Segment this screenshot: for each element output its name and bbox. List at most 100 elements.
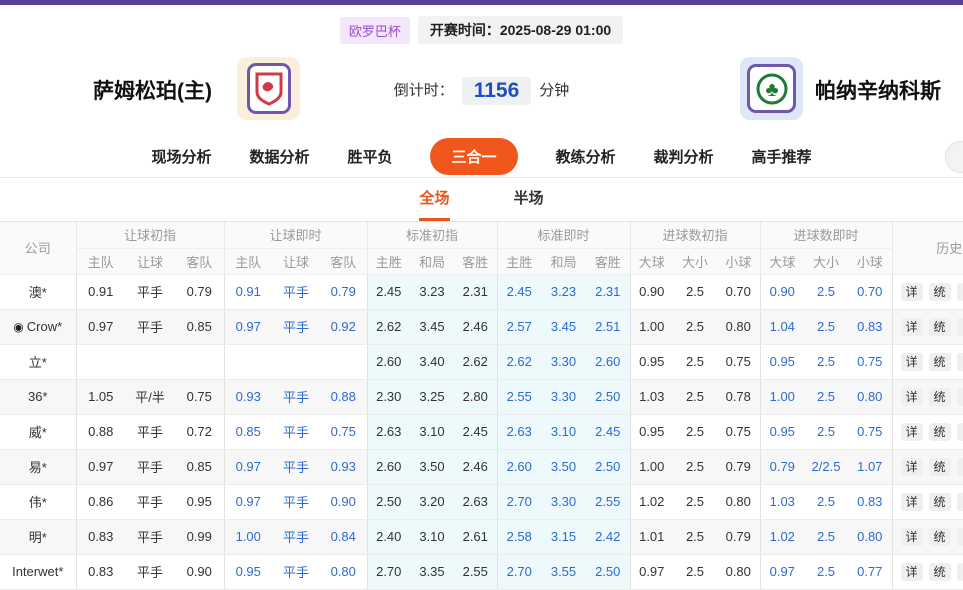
odds-cell: 2.80 [454, 379, 497, 414]
odds-cell: 2.31 [454, 274, 497, 309]
action-button-0[interactable]: 详 [901, 388, 923, 406]
away-team-name: 帕纳辛纳科斯 [815, 75, 941, 105]
action-button-clipped[interactable] [957, 458, 963, 476]
action-button-clipped[interactable] [957, 318, 963, 336]
action-button-0[interactable]: 详 [901, 528, 923, 546]
action-button-clipped[interactable] [957, 563, 963, 581]
history-cell: 详统 [892, 519, 963, 554]
odds-cell: 平手 [125, 274, 175, 309]
odds-cell: 0.99 [175, 519, 224, 554]
odds-cell: 1.02 [760, 519, 804, 554]
odds-cell [320, 344, 367, 379]
odds-cell: 2.62 [367, 309, 410, 344]
odds-cell: 平手 [272, 484, 320, 519]
action-button-1[interactable]: 统 [929, 493, 951, 511]
table-row: 威*0.88平手0.720.85平手0.752.633.102.452.633.… [0, 414, 963, 449]
odds-cell: 0.92 [320, 309, 367, 344]
odds-cell: 0.85 [175, 449, 224, 484]
action-button-1[interactable]: 统 [929, 353, 951, 371]
odds-cell: 2.62 [454, 344, 497, 379]
action-button-1[interactable]: 统 [929, 283, 951, 301]
sub-tab-1[interactable]: 半场 [514, 187, 544, 221]
odds-cell: 0.95 [175, 484, 224, 519]
action-button-1[interactable]: 统 [929, 528, 951, 546]
odds-cell [175, 344, 224, 379]
action-button-clipped[interactable] [957, 528, 963, 546]
action-button-1[interactable]: 统 [929, 388, 951, 406]
action-button-1[interactable]: 统 [929, 458, 951, 476]
odds-cell: 2.5 [804, 554, 848, 589]
sub-tabs: 全场 半场 [0, 178, 963, 222]
company-cell: ◉Crow* [0, 309, 76, 344]
odds-cell: 0.79 [717, 449, 760, 484]
action-button-0[interactable]: 详 [901, 353, 923, 371]
odds-cell: 2/2.5 [804, 449, 848, 484]
action-button-1[interactable]: 统 [929, 423, 951, 441]
odds-cell: 2.42 [586, 519, 630, 554]
action-button-0[interactable]: 详 [901, 423, 923, 441]
odds-cell: 1.00 [224, 519, 272, 554]
table-row: 伟*0.86平手0.950.97平手0.902.503.202.632.703.… [0, 484, 963, 519]
company-cell: 威* [0, 414, 76, 449]
action-button-1[interactable]: 统 [929, 318, 951, 336]
action-button-0[interactable]: 详 [901, 458, 923, 476]
sub-col-header-5-1: 大小 [804, 248, 848, 274]
odds-cell: 0.88 [320, 379, 367, 414]
action-button-0[interactable]: 详 [901, 283, 923, 301]
away-crest-icon: ♣ [754, 71, 790, 107]
odds-cell: 3.40 [410, 344, 454, 379]
odds-cell: 0.79 [320, 274, 367, 309]
sub-col-header-4-1: 大小 [673, 248, 717, 274]
odds-cell: 2.62 [497, 344, 541, 379]
action-button-0[interactable]: 详 [901, 493, 923, 511]
league-badge[interactable]: 欧罗巴杯 [340, 17, 410, 44]
history-cell: 详统 [892, 484, 963, 519]
odds-cell: 3.23 [541, 274, 586, 309]
odds-cell: 3.55 [541, 554, 586, 589]
odds-cell [272, 344, 320, 379]
odds-cell: 1.07 [848, 449, 892, 484]
odds-cell: 2.5 [804, 309, 848, 344]
sub-tab-0[interactable]: 全场 [419, 187, 449, 221]
odds-cell: 0.80 [717, 484, 760, 519]
odds-cell: 0.75 [717, 414, 760, 449]
odds-cell: 0.93 [224, 379, 272, 414]
floating-widget[interactable] [945, 141, 963, 173]
action-button-1[interactable]: 统 [929, 563, 951, 581]
action-button-0[interactable]: 详 [901, 563, 923, 581]
odds-cell: 0.83 [76, 554, 125, 589]
odds-cell: 0.97 [224, 449, 272, 484]
odds-cell: 0.91 [224, 274, 272, 309]
action-button-0[interactable]: 详 [901, 318, 923, 336]
odds-cell: 平手 [272, 519, 320, 554]
nav-tab-6[interactable]: 高手推荐 [752, 146, 812, 167]
odds-cell: 2.5 [673, 449, 717, 484]
nav-tab-3[interactable]: 三合一 [430, 138, 517, 175]
odds-cell: 0.80 [717, 554, 760, 589]
odds-cell: 0.97 [630, 554, 673, 589]
sub-col-header-2-1: 和局 [410, 248, 454, 274]
action-button-clipped[interactable] [957, 283, 963, 301]
nav-tab-0[interactable]: 现场分析 [151, 146, 211, 167]
action-button-clipped[interactable] [957, 423, 963, 441]
odds-cell: 2.5 [804, 484, 848, 519]
action-button-clipped[interactable] [957, 353, 963, 371]
odds-cell: 2.50 [586, 379, 630, 414]
odds-cell: 平手 [272, 554, 320, 589]
odds-cell: 2.50 [586, 449, 630, 484]
table-row: 36*1.05平/半0.750.93平手0.882.303.252.802.55… [0, 379, 963, 414]
odds-cell: 2.70 [367, 554, 410, 589]
kickoff-time: 开赛时间：2025-08-29 01:00 [418, 16, 623, 44]
nav-tab-1[interactable]: 数据分析 [249, 146, 309, 167]
company-cell: 36* [0, 379, 76, 414]
nav-tab-5[interactable]: 裁判分析 [654, 146, 714, 167]
action-button-clipped[interactable] [957, 388, 963, 406]
history-cell: 详统 [892, 344, 963, 379]
odds-cell: 2.63 [497, 414, 541, 449]
odds-cell: 2.46 [454, 449, 497, 484]
nav-tab-2[interactable]: 胜平负 [347, 146, 392, 167]
sub-col-header-1-0: 主队 [224, 248, 272, 274]
action-button-clipped[interactable] [957, 493, 963, 511]
nav-tab-4[interactable]: 教练分析 [556, 146, 616, 167]
table-row: 易*0.97平手0.850.97平手0.932.603.502.462.603.… [0, 449, 963, 484]
